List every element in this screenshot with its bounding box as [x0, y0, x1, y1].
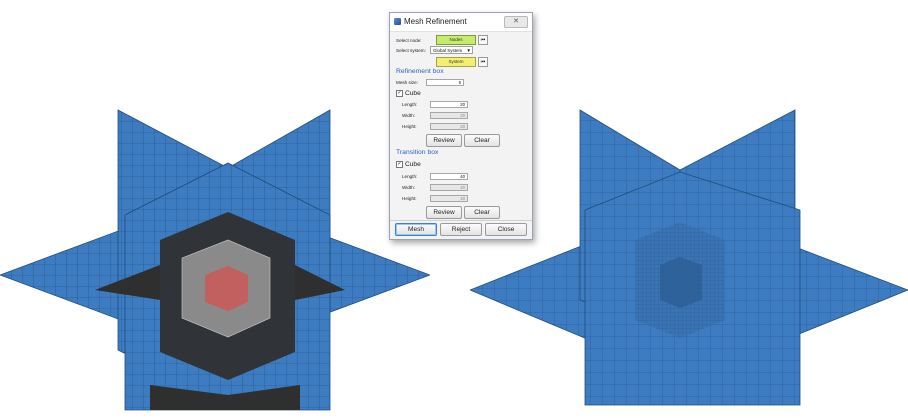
transition-width-input: 40: [430, 184, 468, 191]
refinement-height-label: Height:: [402, 124, 417, 129]
select-system-row: Select system: Global System ▼: [396, 46, 473, 54]
transition-length-row: Length: 40: [402, 173, 468, 180]
system-pick-row: System ⏮: [436, 57, 488, 67]
footer-divider: [390, 220, 532, 221]
system-dropdown-value: Global System: [433, 48, 463, 53]
refinement-cube-label: Cube: [405, 90, 421, 97]
nodes-button[interactable]: Nodes: [436, 35, 476, 45]
refinement-review-button[interactable]: Review: [426, 134, 462, 147]
reject-button[interactable]: Reject: [440, 223, 482, 236]
transition-cube-label: Cube: [405, 161, 421, 168]
app-icon: [394, 18, 401, 25]
transition-cube-checkbox[interactable]: ✓: [396, 161, 403, 168]
mesh-preview-after: [470, 109, 908, 406]
mesh-size-input[interactable]: 5: [426, 79, 464, 86]
select-system-label: Select system:: [396, 47, 426, 53]
dialog-title: Mesh Refinement: [404, 17, 467, 26]
refinement-width-row: Width: 20: [402, 112, 468, 119]
refinement-cube-checkbox[interactable]: ✓: [396, 90, 403, 97]
refinement-height-row: Height: 20: [402, 123, 468, 130]
refinement-cube-row: ✓ Cube: [396, 90, 421, 97]
refinement-length-input[interactable]: 20: [430, 101, 468, 108]
transition-length-label: Length:: [402, 174, 418, 179]
transition-width-row: Width: 40: [402, 184, 468, 191]
select-node-row: Select node: Nodes ⏮: [396, 35, 488, 45]
close-icon[interactable]: ✕: [504, 16, 528, 28]
transition-length-input[interactable]: 40: [430, 173, 468, 180]
mesh-refinement-dialog: Mesh Refinement ✕ Select node: Nodes ⏮ S…: [389, 12, 533, 240]
transition-height-row: Height: 40: [402, 195, 468, 202]
title-bar: Mesh Refinement ✕: [390, 13, 532, 32]
refinement-core: [205, 266, 248, 311]
transition-height-label: Height:: [402, 196, 417, 201]
mesh-size-row: Mesh size: 5: [396, 79, 464, 86]
chevron-down-icon: ▼: [466, 48, 471, 53]
refinement-width-label: Width:: [402, 113, 416, 118]
system-dropdown[interactable]: Global System ▼: [430, 46, 473, 54]
refinement-length-label: Length:: [402, 102, 418, 107]
refinement-length-row: Length: 20: [402, 101, 468, 108]
transition-height-input: 40: [430, 195, 468, 202]
refinement-height-input: 20: [430, 123, 468, 130]
refinement-box-heading: Refinement box: [396, 68, 444, 75]
transition-review-button[interactable]: Review: [426, 206, 462, 219]
select-node-label: Select node:: [396, 37, 422, 43]
transition-cube-row: ✓ Cube: [396, 161, 421, 168]
refinement-clear-button[interactable]: Clear: [464, 134, 500, 147]
reset-nodes-icon[interactable]: ⏮: [478, 35, 488, 45]
transition-box-heading: Transition box: [396, 149, 439, 156]
reset-system-icon[interactable]: ⏮: [478, 57, 488, 67]
transition-clear-button[interactable]: Clear: [464, 206, 500, 219]
mesh-button[interactable]: Mesh: [395, 223, 437, 236]
mesh-preview-before: [0, 109, 430, 411]
refined-core: [660, 257, 702, 308]
transition-width-label: Width:: [402, 185, 416, 190]
refinement-width-input: 20: [430, 112, 468, 119]
system-button[interactable]: System: [436, 57, 476, 67]
close-button[interactable]: Close: [485, 223, 527, 236]
mesh-size-label: Mesh size:: [396, 80, 418, 85]
